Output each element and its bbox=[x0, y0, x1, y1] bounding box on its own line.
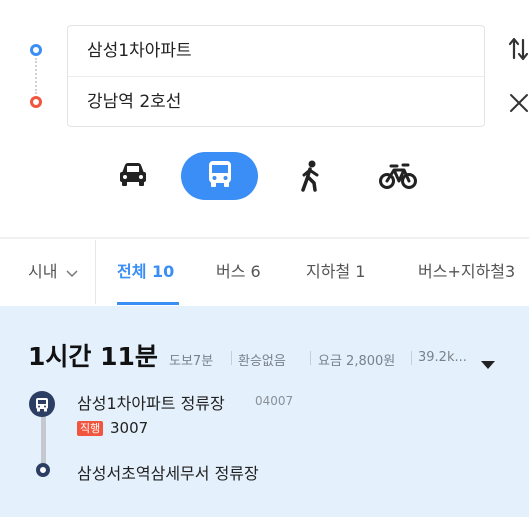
chevron-down-icon bbox=[66, 263, 78, 282]
tab-all[interactable]: 전체 10 bbox=[117, 258, 174, 282]
tab-subway-label: 지하철 bbox=[306, 262, 351, 281]
fare-info: 요금 2,800원 bbox=[318, 354, 396, 369]
expand-down-icon[interactable] bbox=[480, 355, 496, 369]
route-duration: 1시간 11분 bbox=[28, 342, 158, 371]
swap-icon[interactable] bbox=[508, 36, 529, 62]
mode-transit-button[interactable] bbox=[181, 152, 258, 200]
start-point-icon bbox=[30, 44, 42, 56]
mode-bike-button[interactable] bbox=[376, 160, 420, 196]
route-input-box bbox=[67, 25, 485, 127]
bus-type-badge: 직행 bbox=[77, 421, 104, 436]
tab-subway-count: 1 bbox=[355, 262, 366, 281]
bus-number[interactable]: 3007 bbox=[110, 419, 148, 437]
tab-active-indicator bbox=[117, 302, 179, 305]
bus-stop-icon bbox=[29, 391, 55, 417]
alight-point-icon bbox=[36, 463, 50, 477]
route-line bbox=[41, 410, 46, 465]
bike-icon bbox=[378, 162, 418, 194]
tab-city[interactable]: 시내 bbox=[28, 258, 78, 282]
walk-time: 도보7분 bbox=[169, 354, 214, 369]
tab-bus-subway[interactable]: 버스+지하철3 bbox=[418, 258, 515, 282]
mode-walk-button[interactable] bbox=[293, 158, 329, 198]
end-point-icon bbox=[30, 96, 42, 108]
board-stop-id: 04007 bbox=[255, 394, 294, 408]
meta-separator bbox=[231, 351, 232, 365]
meta-separator bbox=[411, 351, 412, 365]
bus-icon bbox=[206, 159, 234, 193]
alight-stop-name: 삼성서초역삼세무서 정류장 bbox=[77, 464, 259, 483]
end-input[interactable] bbox=[87, 77, 467, 127]
tab-bus-subway-count: 3 bbox=[505, 262, 516, 281]
board-stop-name: 삼성1차아파트 정류장 bbox=[77, 394, 225, 413]
meta-separator bbox=[310, 351, 311, 365]
tab-all-count: 10 bbox=[152, 262, 175, 281]
tab-bus-label: 버스 bbox=[216, 262, 246, 281]
tab-all-label: 전체 bbox=[117, 262, 147, 281]
transfer-info: 환승없음 bbox=[238, 354, 286, 369]
car-icon bbox=[118, 161, 148, 191]
route-connector bbox=[35, 58, 37, 94]
walk-icon bbox=[299, 160, 323, 196]
tab-subway[interactable]: 지하철 1 bbox=[306, 258, 365, 282]
start-input[interactable] bbox=[87, 26, 467, 76]
close-icon[interactable] bbox=[509, 93, 529, 113]
tab-separator bbox=[95, 240, 96, 304]
section-divider bbox=[0, 237, 529, 239]
distance-info: 39.2k... bbox=[418, 350, 467, 365]
mode-car-button[interactable] bbox=[113, 158, 153, 194]
tab-bus[interactable]: 버스 6 bbox=[216, 258, 261, 282]
tab-bus-count: 6 bbox=[250, 262, 261, 281]
tab-city-label: 시내 bbox=[28, 262, 58, 281]
tab-bus-subway-label: 버스+지하철 bbox=[418, 262, 506, 281]
